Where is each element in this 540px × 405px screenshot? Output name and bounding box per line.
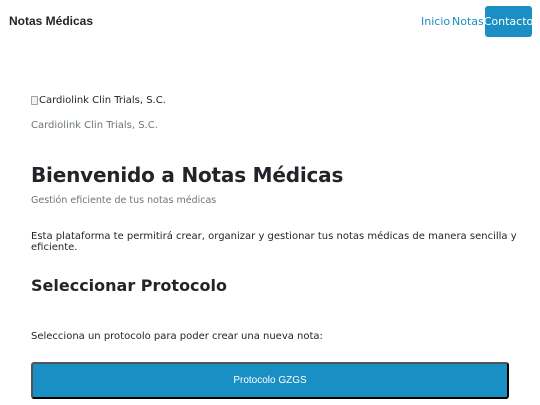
logo-alt-text: Cardiolink Clin Trials, S.C.	[39, 95, 166, 106]
section-title-protocol: Seleccionar Protocolo	[31, 276, 228, 295]
page-subtitle: Gestión eficiente de tus notas médicas	[31, 195, 217, 206]
nav-link-notas[interactable]: Notas	[452, 15, 484, 28]
broken-image-icon	[31, 96, 38, 105]
company-logo: Cardiolink Clin Trials, S.C.	[31, 95, 166, 106]
top-navbar: Notas Médicas Inicio Notas Contacto	[0, 0, 540, 44]
protocol-button-gzgs[interactable]: Protocolo GZGS	[31, 362, 509, 399]
company-name: Cardiolink Clin Trials, S.C.	[31, 120, 158, 131]
protocol-prompt: Selecciona un protocolo para poder crear…	[31, 331, 323, 342]
nav-link-inicio[interactable]: Inicio	[421, 15, 450, 28]
page-title: Bienvenido a Notas Médicas	[31, 163, 344, 187]
contact-button[interactable]: Contacto	[484, 6, 533, 37]
brand-logo[interactable]: Notas Médicas	[9, 14, 93, 28]
intro-text: Esta plataforma te permitirá crear, orga…	[31, 231, 517, 253]
